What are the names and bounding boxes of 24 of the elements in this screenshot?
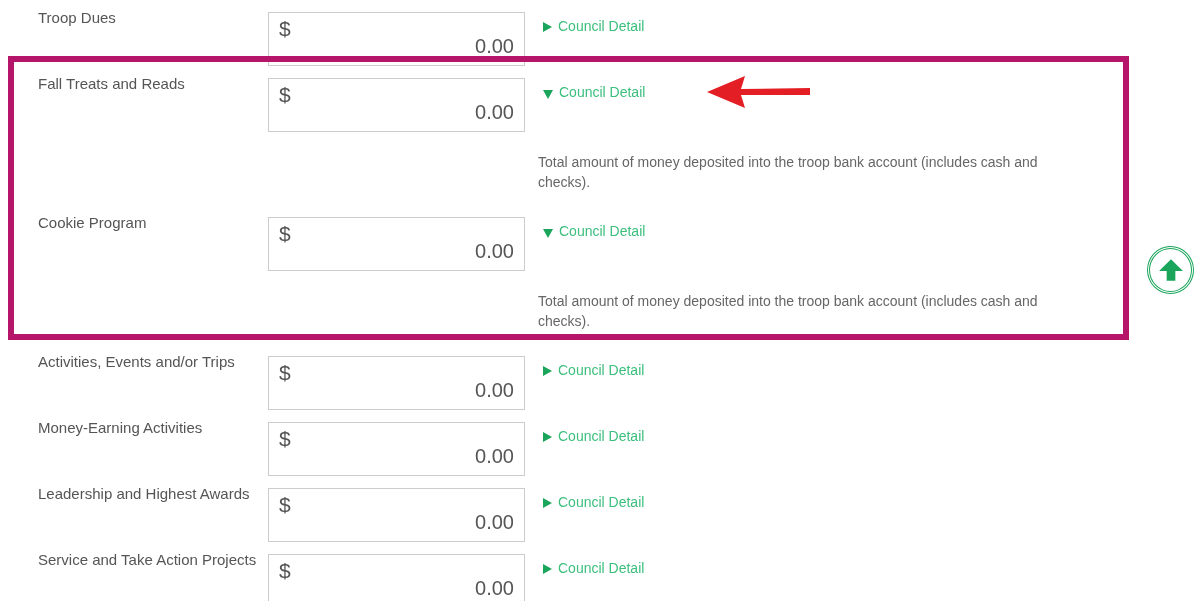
caret-icon: [543, 22, 552, 32]
caret-icon: [543, 90, 553, 99]
caret-icon: [543, 498, 552, 508]
caret-icon: [543, 229, 553, 238]
field-label: Fall Treats and Reads: [37, 74, 186, 94]
caret-icon: [543, 432, 552, 442]
field-label: Leadership and Highest Awards: [37, 484, 251, 504]
up-arrow-icon: [1157, 257, 1184, 283]
field-label: Cookie Program: [37, 213, 148, 233]
help-text: Total amount of money deposited into the troop bank account (includes cash and checks).: [537, 153, 1039, 192]
help-text: Total amount of money deposited into the troop bank account (includes cash and checks).: [537, 292, 1039, 331]
field-label: Money-Earning Activities: [37, 418, 204, 438]
currency-symbol: $: [279, 222, 291, 246]
caret-icon: [543, 366, 552, 376]
field-label: Troop Dues: [37, 8, 117, 28]
field-label: Service and Take Action Projects: [37, 550, 258, 570]
currency-symbol: $: [279, 493, 291, 517]
currency-symbol: $: [279, 427, 291, 451]
field-label: Activities, Events and/or Trips: [37, 352, 236, 372]
caret-icon: [543, 564, 552, 574]
currency-symbol: $: [279, 361, 291, 385]
currency-symbol: $: [279, 559, 291, 583]
currency-symbol: $: [279, 17, 291, 41]
currency-symbol: $: [279, 83, 291, 107]
